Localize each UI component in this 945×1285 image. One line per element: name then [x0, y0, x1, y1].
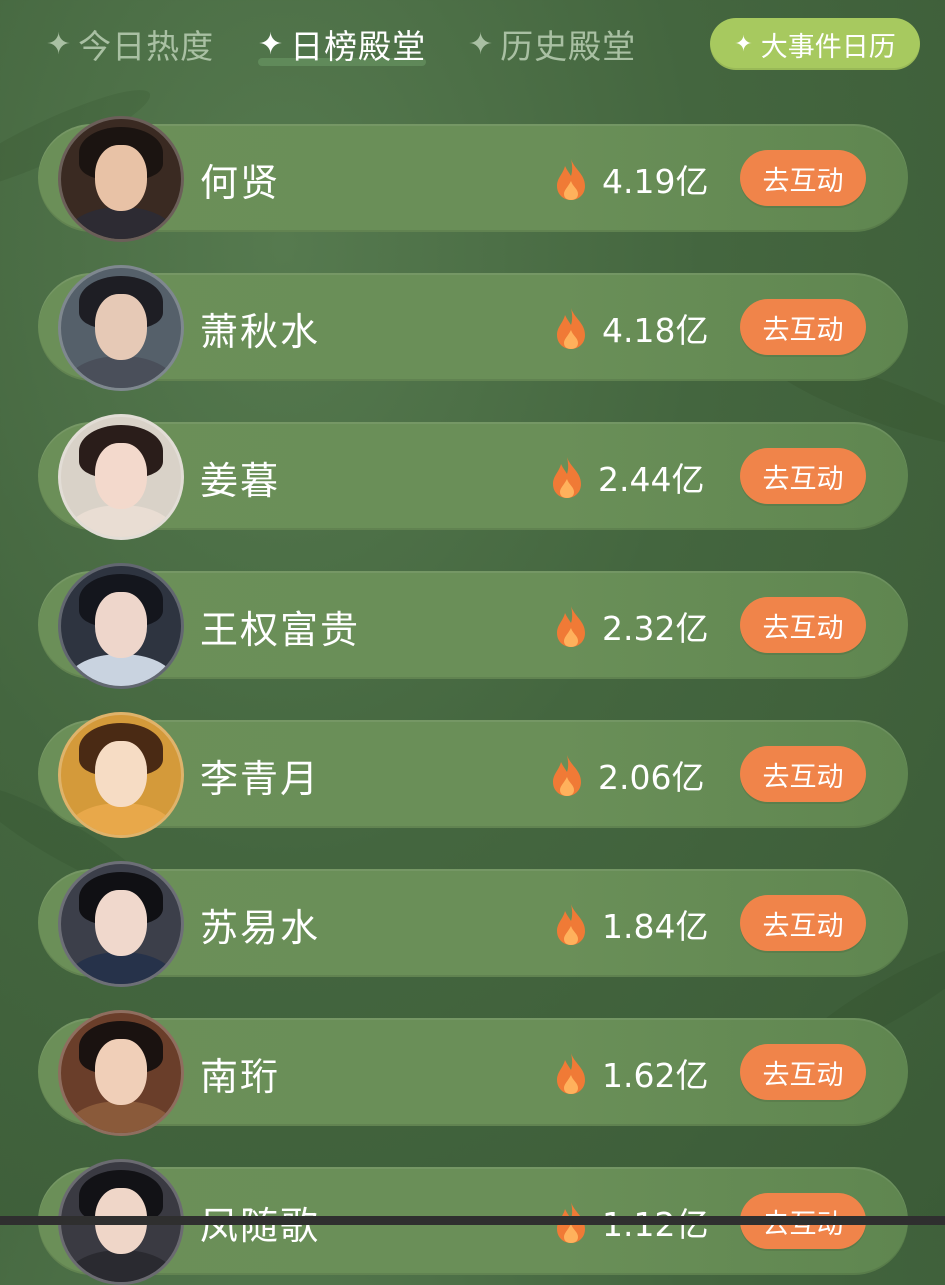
- flame-icon: [557, 904, 585, 945]
- interact-button[interactable]: 去互动: [740, 299, 866, 355]
- actor-name: 姜暮: [200, 459, 281, 503]
- avatar: [58, 116, 184, 242]
- event-calendar-label: 大事件日历: [760, 31, 896, 63]
- tab-bar: ✦ 今日热度 ✦ 日榜殿堂 ✦ 历史殿堂 ✦ 大事件日历: [0, 0, 945, 100]
- avatar: [58, 712, 184, 838]
- ranking-row: 南珩 1.62亿 去互动: [38, 1010, 908, 1136]
- ranking-row: 李青月 2.06亿 去互动: [38, 712, 908, 838]
- avatar: [58, 265, 184, 391]
- bottom-edge: [0, 1216, 945, 1225]
- ranking-row: 萧秋水 4.18亿 去互动: [38, 265, 908, 391]
- interact-button[interactable]: 去互动: [740, 1044, 866, 1100]
- tab-daily-hall[interactable]: ✦ 日榜殿堂: [258, 18, 427, 70]
- actor-name: 南珩: [200, 1055, 281, 1099]
- flame-icon: [553, 457, 581, 498]
- tab-label: 历史殿堂: [500, 27, 637, 66]
- event-calendar-button[interactable]: ✦ 大事件日历: [710, 18, 920, 70]
- heat-value: 2.44亿: [598, 460, 705, 499]
- heat-score: 2.32亿: [554, 601, 708, 651]
- heat-value: 1.62亿: [602, 1056, 709, 1095]
- avatar: [58, 563, 184, 689]
- ranking-row: 苏易水 1.84亿 去互动: [38, 861, 908, 987]
- heat-score: 1.62亿: [554, 1048, 708, 1098]
- heat-value: 4.19亿: [602, 162, 709, 201]
- avatar: [58, 414, 184, 540]
- heat-score: 2.44亿: [550, 452, 704, 502]
- ranking-row: 王权富贵 2.32亿 去互动: [38, 563, 908, 689]
- actor-name: 王权富贵: [200, 608, 361, 652]
- flame-icon: [553, 755, 581, 796]
- heat-value: 4.18亿: [602, 311, 709, 350]
- heat-value: 2.32亿: [602, 609, 709, 648]
- ranking-row: 何贤 4.19亿 去互动: [38, 116, 908, 242]
- tab-today-heat[interactable]: ✦ 今日热度: [46, 18, 214, 70]
- actor-name: 苏易水: [200, 906, 321, 950]
- sparkle-icon: ✦: [258, 26, 285, 62]
- actor-name: 萧秋水: [200, 310, 321, 354]
- heat-score: 4.18亿: [554, 303, 708, 353]
- heat-score: 1.84亿: [554, 899, 708, 949]
- interact-button[interactable]: 去互动: [740, 746, 866, 802]
- sparkle-icon: ✦: [468, 26, 495, 62]
- actor-name: 何贤: [200, 161, 281, 205]
- sparkle-icon: ✦: [734, 31, 753, 57]
- flame-icon: [557, 1053, 585, 1094]
- interact-button[interactable]: 去互动: [740, 895, 866, 951]
- interact-button[interactable]: 去互动: [740, 150, 866, 206]
- avatar: [58, 861, 184, 987]
- flame-icon: [557, 606, 585, 647]
- tab-history-hall[interactable]: ✦ 历史殿堂: [468, 18, 636, 70]
- heat-value: 1.84亿: [602, 907, 709, 946]
- tab-label: 今日热度: [78, 27, 215, 66]
- heat-score: 4.19亿: [554, 154, 708, 204]
- heat-value: 2.06亿: [598, 758, 705, 797]
- sparkle-icon: ✦: [46, 26, 73, 62]
- avatar: [58, 1010, 184, 1136]
- interact-button[interactable]: 去互动: [740, 597, 866, 653]
- actor-name: 李青月: [200, 757, 321, 801]
- tab-label: 日榜殿堂: [290, 27, 427, 66]
- heat-score: 2.06亿: [550, 750, 704, 800]
- ranking-row: 姜暮 2.44亿 去互动: [38, 414, 908, 540]
- interact-button[interactable]: 去互动: [740, 448, 866, 504]
- flame-icon: [557, 308, 585, 349]
- flame-icon: [557, 159, 585, 200]
